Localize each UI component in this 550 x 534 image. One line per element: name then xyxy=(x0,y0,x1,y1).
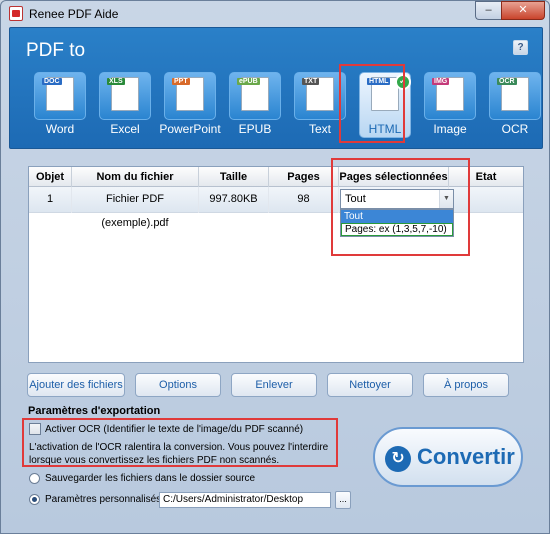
format-label: Excel xyxy=(110,122,140,136)
app-window: Renee PDF Aide – ✕ PDF to ? DOC Word XLS Ex… xyxy=(0,0,550,534)
format-tag: PPT xyxy=(172,78,190,85)
format-label: OCR xyxy=(501,122,529,136)
convert-button[interactable]: ↻ Convertir xyxy=(373,427,523,487)
export-settings-label: Paramètres d'exportation xyxy=(28,405,161,417)
column-objet[interactable]: Objet xyxy=(29,167,72,187)
radio-custom-settings[interactable]: Paramètres personnalisés xyxy=(29,494,161,505)
title-bar: Renee PDF Aide – ✕ xyxy=(1,1,549,27)
column-pages-totales[interactable]: Pages totales xyxy=(269,167,339,203)
format-label: Image xyxy=(433,122,467,136)
app-logo-icon xyxy=(9,6,23,21)
pdf-to-title: PDF to xyxy=(26,40,86,61)
convert-button-label: Convertir xyxy=(417,444,515,469)
radio-source-folder[interactable]: Sauvegarder les fichiers dans le dossier… xyxy=(29,473,255,484)
format-ocr-button[interactable]: OCR OCR xyxy=(483,70,547,140)
format-label: Word xyxy=(45,122,75,136)
format-excel-button[interactable]: XLS Excel xyxy=(93,70,157,140)
format-tag: DOC xyxy=(42,78,62,85)
cell-taille: 997.80KB xyxy=(199,187,269,213)
cell-nom-du-fichier: Fichier PDF (exemple).pdf xyxy=(72,187,199,229)
action-buttons: Ajouter des fichiers Options Enlever Net… xyxy=(27,373,509,397)
cell-pages-totales: 98 xyxy=(269,187,339,213)
format-tag: TXT xyxy=(302,78,320,85)
format-tag: XLS xyxy=(107,78,125,85)
radio-custom[interactable] xyxy=(29,494,40,505)
format-label: EPUB xyxy=(238,122,272,136)
radio-source[interactable] xyxy=(29,473,40,484)
radio-source-label: Sauvegarder les fichiers dans le dossier… xyxy=(45,473,256,484)
help-icon[interactable]: ? xyxy=(513,40,528,55)
column-nom-du-fichier[interactable]: Nom du fichier xyxy=(72,167,199,187)
ocr-note: L'activation de l'OCR ralentira la conve… xyxy=(29,442,329,466)
options-button[interactable]: Options xyxy=(135,373,221,397)
column-taille[interactable]: Taille xyxy=(199,167,269,187)
format-tag: OCR xyxy=(497,78,517,85)
remove-button[interactable]: Enlever xyxy=(231,373,317,397)
window-title: Renee PDF Aide xyxy=(29,7,119,21)
format-label: PowerPoint xyxy=(159,122,221,136)
format-image-button[interactable]: IMG Image xyxy=(418,70,482,140)
minimize-button[interactable]: – xyxy=(475,1,501,20)
format-epub-button[interactable]: ePUB EPUB xyxy=(223,70,287,140)
ocr-option[interactable]: Activer OCR (Identifier le texte de l'im… xyxy=(29,423,303,435)
radio-custom-label: Paramètres personnalisés xyxy=(45,494,162,505)
highlight-box-html xyxy=(339,64,405,143)
cell-objet: 1 xyxy=(29,187,72,213)
format-powerpoint-button[interactable]: PPT PowerPoint xyxy=(158,70,222,140)
add-files-button[interactable]: Ajouter des fichiers xyxy=(27,373,125,397)
browse-button[interactable]: ... xyxy=(335,491,351,509)
format-tag: IMG xyxy=(432,78,450,85)
refresh-icon: ↻ xyxy=(385,446,411,472)
about-button[interactable]: À propos xyxy=(423,373,509,397)
format-header: PDF to ? DOC Word XLS Excel PPT PowerPoint ePU… xyxy=(9,27,543,149)
ocr-checkbox[interactable] xyxy=(29,423,41,435)
format-selector: DOC Word XLS Excel PPT PowerPoint ePUB EPUB TXT T… xyxy=(28,70,548,140)
close-button[interactable]: ✕ xyxy=(501,1,545,20)
clean-button[interactable]: Nettoyer xyxy=(327,373,413,397)
format-word-button[interactable]: DOC Word xyxy=(28,70,92,140)
format-tag: ePUB xyxy=(237,78,260,85)
output-path-field[interactable]: C:/Users/Administrator/Desktop xyxy=(159,492,331,508)
ocr-checkbox-label: Activer OCR (Identifier le texte de l'im… xyxy=(45,423,304,435)
highlight-box-pages xyxy=(331,158,470,256)
